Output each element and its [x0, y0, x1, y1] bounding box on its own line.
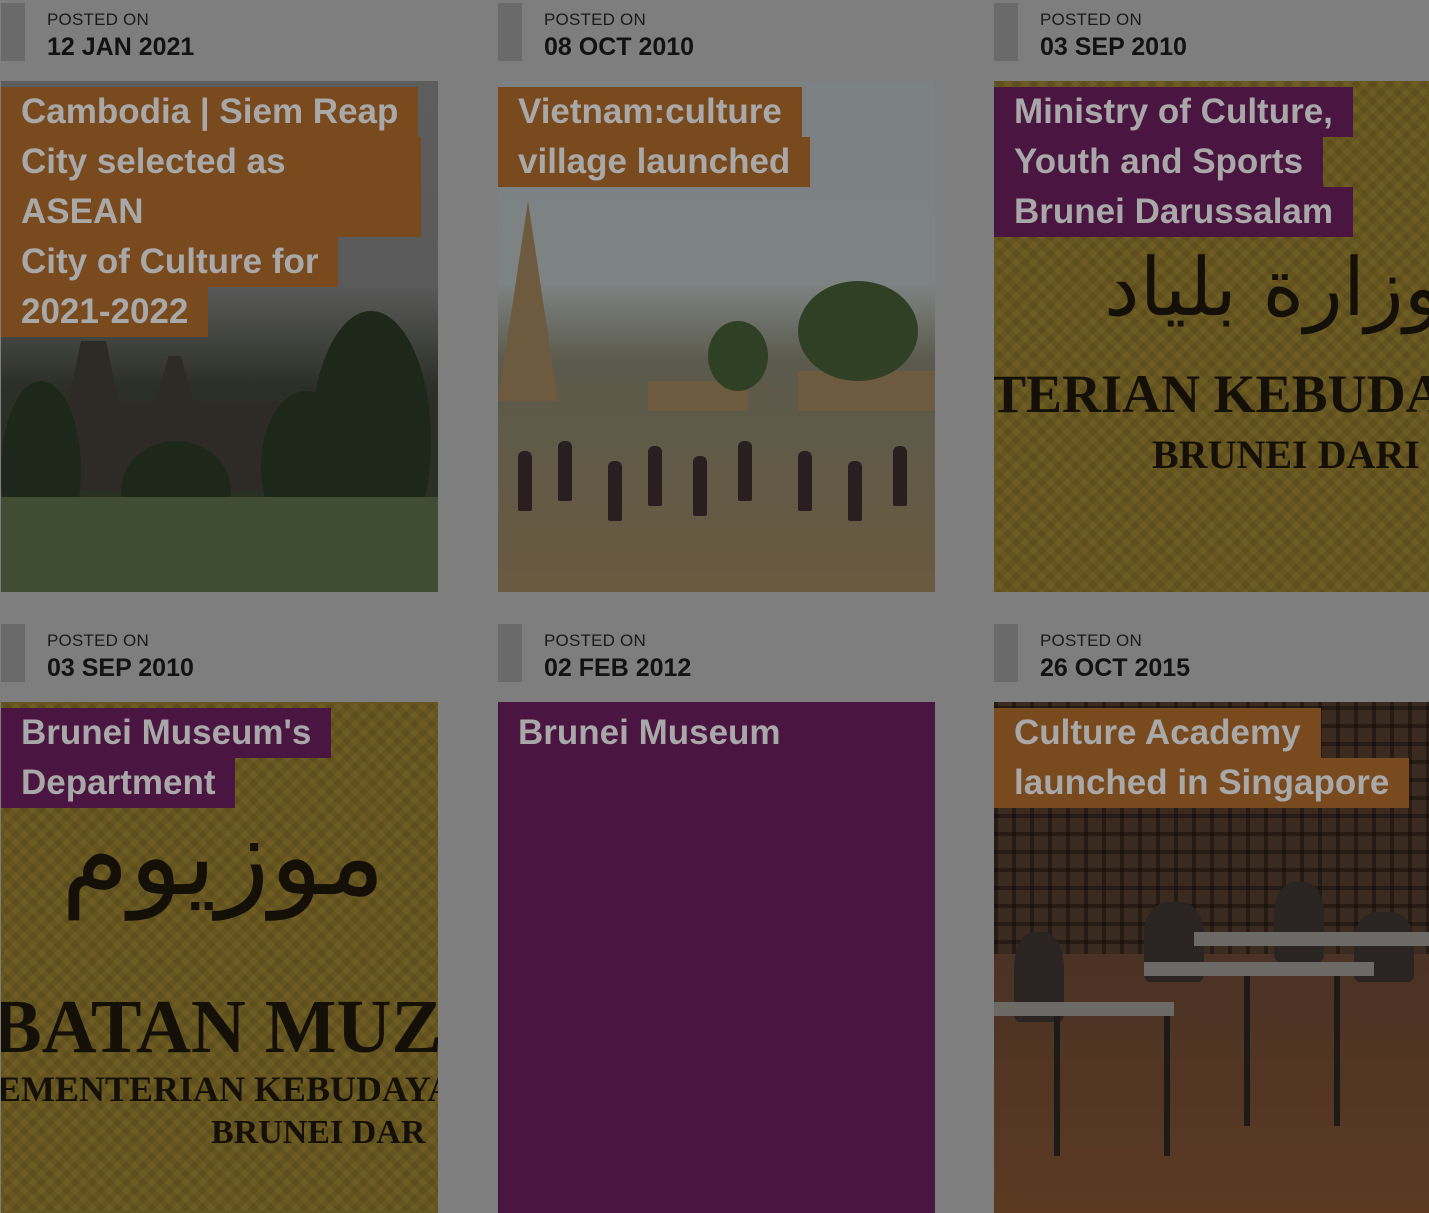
- post-title-line: Brunei Museum's: [1, 708, 332, 758]
- post-title-line: Ministry of Culture,: [994, 87, 1353, 137]
- meta-accent-bar: [498, 624, 522, 682]
- emblem-text: BATAN MUZI: [1, 985, 438, 1069]
- post-thumbnail[interactable]: Cambodia | Siem Reap City selected as AS…: [1, 81, 438, 592]
- post-title-line: Department: [1, 758, 236, 808]
- post-title-line: Brunei Museum: [518, 713, 781, 752]
- posted-on-label: POSTED ON: [544, 10, 646, 29]
- post-card[interactable]: POSTED ON 03 SEP 2010 ﻭﺯﺍﺭﺓ ﺑﻠﻴﺎﺩ TERIAN…: [994, 0, 1429, 592]
- emblem-text: EMENTERIAN KEBUDAYA: [1, 1069, 438, 1109]
- post-title[interactable]: Ministry of Culture, Youth and Sports Br…: [994, 87, 1354, 237]
- post-title-line: Cambodia | Siem Reap: [1, 87, 419, 137]
- post-title[interactable]: Brunei Museum's Department: [1, 708, 332, 808]
- meta-accent-bar: [498, 3, 522, 61]
- post-title-line: City selected as ASEAN: [1, 137, 421, 237]
- posted-on-label: POSTED ON: [1040, 631, 1142, 650]
- meta-accent-bar: [1, 624, 25, 682]
- emblem-text: BRUNEI DARI: [1152, 432, 1420, 477]
- posted-date: 03 SEP 2010: [1040, 33, 1187, 61]
- post-thumbnail[interactable]: Culture Academy launched in Singapore: [994, 702, 1429, 1213]
- post-title[interactable]: Brunei Museum: [498, 708, 801, 758]
- posted-on-label: POSTED ON: [1040, 10, 1142, 29]
- post-title-line: Brunei Darussalam: [994, 187, 1354, 237]
- posted-date: 08 OCT 2010: [544, 33, 695, 61]
- placeholder-image: [498, 702, 935, 1213]
- post-meta: POSTED ON 02 FEB 2012: [498, 621, 935, 702]
- post-title[interactable]: Cambodia | Siem Reap City selected as AS…: [1, 87, 421, 337]
- post-meta: POSTED ON 26 OCT 2015: [994, 621, 1429, 702]
- post-title-line: Vietnam:culture: [498, 87, 802, 137]
- posted-date: 02 FEB 2012: [544, 654, 692, 682]
- posted-date: 12 JAN 2021: [47, 33, 195, 61]
- post-meta: POSTED ON 08 OCT 2010: [498, 0, 935, 81]
- emblem-text: BRUNEI DAR: [211, 1114, 426, 1151]
- post-thumbnail[interactable]: Vietnam:culture village launched: [498, 81, 935, 592]
- post-thumbnail[interactable]: Brunei Museum: [498, 702, 935, 1213]
- post-title-line: 2021-2022: [1, 287, 209, 337]
- posted-on-label: POSTED ON: [47, 631, 149, 650]
- post-title-line: village launched: [498, 137, 811, 187]
- post-meta: POSTED ON 12 JAN 2021: [1, 0, 438, 81]
- post-meta: POSTED ON 03 SEP 2010: [994, 0, 1429, 81]
- post-title-line: City of Culture for: [1, 237, 339, 287]
- post-meta: POSTED ON 03 SEP 2010: [1, 621, 438, 702]
- post-thumbnail[interactable]: ﻣﻮﺯﻳﻮﻡ BATAN MUZI EMENTERIAN KEBUDAYA BR…: [1, 702, 438, 1213]
- post-thumbnail[interactable]: ﻭﺯﺍﺭﺓ ﺑﻠﻴﺎﺩ TERIAN KEBUDAYA BRUNEI DARI …: [994, 81, 1429, 592]
- meta-accent-bar: [994, 3, 1018, 61]
- post-title[interactable]: Culture Academy launched in Singapore: [994, 708, 1410, 808]
- posted-date: 03 SEP 2010: [47, 654, 194, 682]
- post-card[interactable]: POSTED ON 02 FEB 2012 Brunei Museum: [498, 621, 935, 1213]
- emblem-text: TERIAN KEBUDAYA: [994, 364, 1429, 424]
- post-title-line: launched in Singapore: [994, 758, 1410, 808]
- post-title-line: Youth and Sports: [994, 137, 1324, 187]
- post-title-line: Culture Academy: [994, 708, 1321, 758]
- post-card[interactable]: POSTED ON 03 SEP 2010 ﻣﻮﺯﻳﻮﻡ BATAN MUZI …: [1, 621, 438, 1213]
- meta-accent-bar: [1, 3, 25, 61]
- posted-on-label: POSTED ON: [544, 631, 646, 650]
- post-card[interactable]: POSTED ON 26 OCT 2015 Culture Academy la…: [994, 621, 1429, 1213]
- posted-date: 26 OCT 2015: [1040, 654, 1191, 682]
- post-card[interactable]: POSTED ON 12 JAN 2021 Cambodia | Siem Re…: [1, 0, 438, 592]
- post-grid: POSTED ON 12 JAN 2021 Cambodia | Siem Re…: [0, 0, 1429, 1213]
- post-card[interactable]: POSTED ON 08 OCT 2010 Vietnam:culture vi…: [498, 0, 935, 592]
- posted-on-label: POSTED ON: [47, 10, 149, 29]
- meta-accent-bar: [994, 624, 1018, 682]
- post-title[interactable]: Vietnam:culture village launched: [498, 87, 811, 187]
